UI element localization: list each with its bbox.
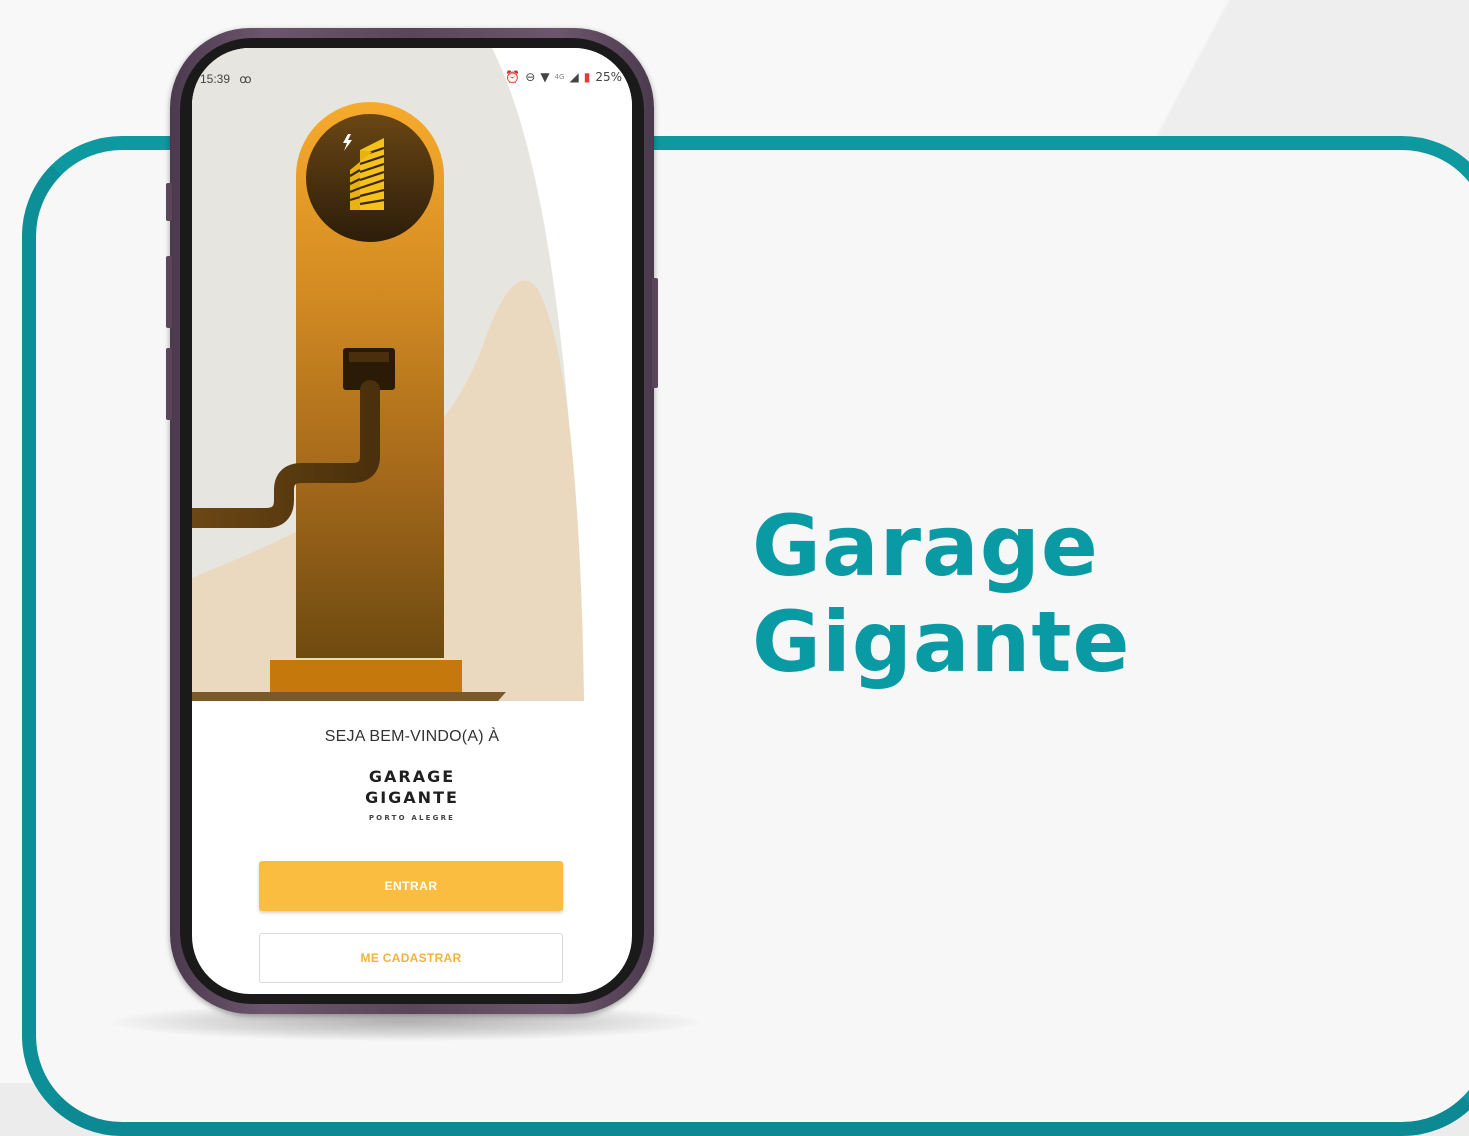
battery-icon: ▮ xyxy=(583,70,591,84)
charger-illustration-svg xyxy=(192,48,632,701)
status-icons: ⏰ ⊖ ▼ 4G ◢ ▮ 25% xyxy=(505,70,622,84)
signup-button[interactable]: ME CADASTRAR xyxy=(259,933,563,983)
alarm-icon: ⏰ xyxy=(505,70,521,84)
headline-title: Garage Gigante xyxy=(752,498,1130,690)
status-time-text: 15:39 xyxy=(200,72,231,86)
phone-mockup: 15:39 ꝏ ⏰ ⊖ ▼ 4G ◢ ▮ 25% SEJA BEM-VINDO(… xyxy=(166,28,658,1014)
battery-percent: 25% xyxy=(595,70,622,84)
do-not-disturb-icon: ⊖ xyxy=(525,70,536,84)
voicemail-icon: ꝏ xyxy=(239,72,252,86)
headline-line-2: Gigante xyxy=(752,593,1131,691)
status-bar: 15:39 ꝏ ⏰ ⊖ ▼ 4G ◢ ▮ 25% xyxy=(192,48,632,104)
charger-base xyxy=(270,660,462,692)
welcome-text: SEJA BEM-VINDO(A) À xyxy=(324,728,500,745)
phone-power-button xyxy=(652,278,658,388)
phone-volume-up-button xyxy=(166,256,172,328)
brand-location: PORTO ALEGRE xyxy=(368,814,456,822)
wifi-icon: ▼ xyxy=(540,70,550,84)
charger-illustration xyxy=(192,48,632,701)
headline-line-1: Garage xyxy=(752,497,1099,595)
status-time: 15:39 ꝏ xyxy=(200,72,252,86)
phone-screen: 15:39 ꝏ ⏰ ⊖ ▼ 4G ◢ ▮ 25% SEJA BEM-VINDO(… xyxy=(192,48,632,994)
ground-line xyxy=(192,692,506,701)
login-button[interactable]: ENTRAR xyxy=(259,861,563,911)
brand-line-2: GIGANTE xyxy=(365,788,459,807)
network-type: 4G xyxy=(554,73,565,81)
phone-volume-down-button xyxy=(166,348,172,420)
brand-logo: GARAGE GIGANTE PORTO ALEGRE xyxy=(192,766,632,822)
phone-side-button-top xyxy=(166,183,172,221)
brand-line-1: GARAGE xyxy=(368,767,456,786)
signal-icon: ◢ xyxy=(569,70,579,84)
